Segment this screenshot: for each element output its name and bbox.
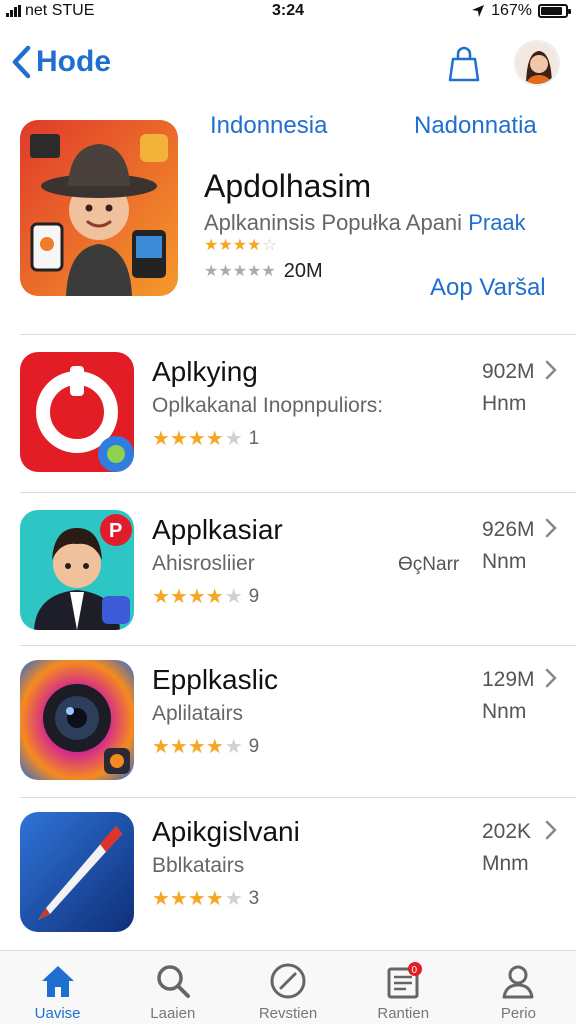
featured-rating-count: 20M: [283, 260, 323, 282]
app-size: 129M: [482, 668, 535, 691]
tab-home[interactable]: Uavise: [0, 951, 115, 1024]
list-item[interactable]: P Applkasiar Ahisrosliier ϴçNarr ★★★★ ★ 9…: [0, 510, 576, 660]
featured-tag-left[interactable]: Indonnesia: [210, 112, 327, 140]
app-size: 202K: [482, 820, 532, 843]
featured-subtitle: Aplkaninsis Popułka Apani Praak: [204, 210, 526, 236]
chevron-right-icon: [545, 668, 557, 688]
app-icon: [20, 812, 134, 932]
app-rating: ★★★★ ★ 1: [152, 428, 259, 450]
status-left: net STUE: [6, 2, 94, 20]
rating-stars: ★★★★ ★: [152, 736, 243, 758]
pen-icon: [20, 812, 134, 932]
list-item[interactable]: Aplkying Oplkakanal Inopnpuliors: ★★★★ ★ …: [0, 352, 576, 502]
app-unit: Hnm: [482, 392, 527, 415]
home-icon: [41, 966, 74, 997]
red-power-icon: [20, 352, 134, 472]
tab-updates[interactable]: 0 Rantien: [346, 951, 461, 1024]
rating-count: 1: [248, 428, 260, 449]
signal-icon: [6, 5, 21, 17]
updates-badge: 0: [412, 965, 418, 976]
rating-count: 3: [248, 888, 260, 909]
app-unit: Nnm: [482, 550, 527, 573]
featured-title: Apdolhasim: [204, 168, 372, 204]
tab-label: Rantien: [377, 1005, 430, 1022]
featured-subtitle-accent[interactable]: Praak: [468, 210, 525, 235]
app-rating: ★★★★ ★ 3: [152, 888, 259, 910]
businessman-icon: P: [20, 510, 134, 630]
tab-label: Laaien: [150, 1005, 196, 1022]
app-version-button[interactable]: Aop Varšal: [430, 274, 546, 302]
status-bar: net STUE 3:24 167%: [0, 0, 576, 22]
carrier-label: net STUE: [25, 2, 95, 19]
search-icon: [157, 965, 190, 998]
tab-profile[interactable]: Perio: [461, 951, 576, 1024]
rating-count: 9: [248, 736, 260, 757]
app-name: Epplkaslic: [152, 664, 279, 695]
bag-icon: [448, 46, 480, 82]
compass-icon: [270, 963, 306, 999]
tab-bar: Uavise Laaien Revstien 0 Rantien Perio: [0, 950, 576, 1024]
battery-icon: [538, 4, 571, 18]
status-right: 167%: [471, 2, 571, 20]
divider: [20, 492, 576, 493]
status-time: 3:24: [271, 2, 305, 19]
app-name: Apikgislvani: [152, 816, 300, 847]
featured-app[interactable]: Indonnesia Nadonnatia Apdolhasim Aplkani…: [0, 104, 576, 334]
divider: [20, 334, 576, 335]
app-subtitle: Aplilatairs: [152, 702, 244, 725]
avatar[interactable]: [514, 40, 560, 86]
rating-stars: ★★★★ ★: [152, 428, 243, 450]
nav-bar: Hode: [0, 30, 576, 100]
tab-label: Revstien: [258, 1005, 318, 1022]
back-label: Hode: [36, 45, 111, 78]
camera-lens-icon: [20, 660, 134, 780]
app-unit: Nnm: [482, 700, 527, 723]
divider: [20, 797, 576, 798]
rating-count: 9: [248, 586, 260, 607]
app-name: Aplkying: [152, 356, 258, 387]
battery-fill: [541, 7, 563, 15]
profile-icon: [502, 965, 534, 999]
rating-stars: ★★★★ ★: [152, 888, 243, 910]
app-icon: P: [20, 510, 134, 630]
featured-rating-stars-gold: ★★★★ ☆: [204, 237, 277, 254]
app-unit: Mnm: [482, 852, 529, 875]
app-rating: ★★★★ ★ 9: [152, 736, 259, 758]
featured-tag-right[interactable]: Nadonnatia: [414, 112, 537, 140]
list-item[interactable]: Apikgislvani Bblkatairs ★★★★ ★ 3 202K Mnm: [0, 812, 576, 962]
bag-button[interactable]: [444, 44, 484, 84]
app-icon: [20, 352, 134, 472]
app-subtitle: Bblkatairs: [152, 854, 245, 877]
divider: [20, 645, 576, 646]
chevron-right-icon: [545, 360, 557, 380]
battery-percent: 167%: [491, 2, 532, 19]
svg-text:P: P: [109, 520, 122, 542]
back-button[interactable]: Hode: [10, 44, 111, 80]
rating-stars: ★★★★ ★: [152, 586, 243, 608]
app-rating: ★★★★ ★ 9: [152, 586, 259, 608]
app-extra-text: ϴçNarr: [398, 554, 460, 575]
tab-label: Uavise: [34, 1005, 81, 1022]
app-subtitle: Oplkakanal Inopnpuliors:: [152, 394, 384, 417]
list-item[interactable]: Epplkaslic Aplilatairs ★★★★ ★ 9 129M Nnm: [0, 660, 576, 810]
app-icon: [20, 660, 134, 780]
app-subtitle: Ahisrosliier: [152, 552, 255, 575]
featured-app-icon[interactable]: [20, 120, 178, 296]
updates-icon: 0: [387, 962, 423, 999]
tab-search[interactable]: Laaien: [115, 951, 230, 1024]
location-arrow-icon: [472, 5, 485, 17]
featured-subtitle-text: Aplkaninsis Popułka Apani: [204, 210, 463, 235]
chevron-right-icon: [545, 518, 557, 538]
chevron-right-icon: [545, 820, 557, 840]
app-name: Applkasiar: [152, 514, 283, 545]
cowboy-character-icon: [20, 120, 178, 296]
app-size: 926M: [482, 518, 535, 541]
tab-browse[interactable]: Revstien: [230, 951, 345, 1024]
featured-rating-row: ★★★★★ 20M: [204, 260, 323, 283]
featured-rating-stars-gray: ★★★★★: [204, 262, 276, 280]
app-size: 902M: [482, 360, 535, 383]
tab-label: Perio: [500, 1005, 536, 1022]
avatar-image: [516, 42, 558, 84]
chevron-left-icon: [12, 45, 31, 79]
